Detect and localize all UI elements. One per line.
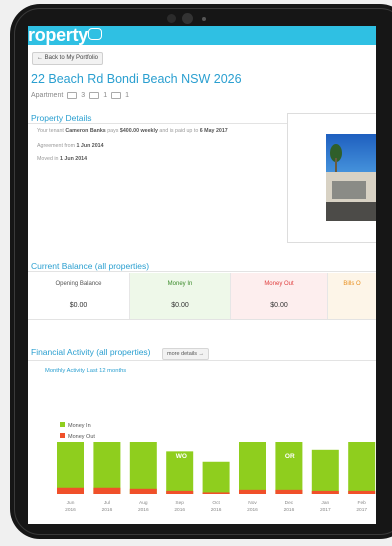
money-out-card: Money Out $0.00 <box>231 273 328 319</box>
tenant-name[interactable]: Cameron Banks <box>65 128 105 134</box>
money-out-label: Money Out <box>264 281 294 287</box>
property-type: Apartment <box>31 92 64 99</box>
x-tick-label: Nov <box>248 500 257 506</box>
chart-svg: Money InMoney OutJun2016Jul2016Aug2016WO… <box>57 422 376 513</box>
x-tick-label: Oct <box>212 500 220 506</box>
pays-label: pays <box>107 128 119 134</box>
x-tick-label: 2016 <box>284 507 295 513</box>
divider <box>28 360 376 361</box>
x-tick-label: Sep <box>175 500 184 506</box>
bath-icon <box>89 92 100 99</box>
property-meta: Apartment 3 1 1 <box>31 92 129 99</box>
money-in-label: Money In <box>167 281 193 287</box>
bar-money-out <box>275 489 303 494</box>
bar-overlay-text: OR <box>285 453 295 460</box>
more-details-button[interactable]: more details → <box>162 348 209 360</box>
bar-money-in <box>93 442 121 494</box>
divider <box>28 319 376 320</box>
current-balance-heading: Current Balance (all properties) <box>31 261 150 271</box>
top-bar: roperty <box>28 26 376 45</box>
rent-amount: $400.00 weekly <box>119 128 158 134</box>
bar-overlay-text: WO <box>176 453 187 460</box>
monthly-activity-chart: Money In Money Out Jun 2016 Jul 2016 Aug 2016 WO… <box>28 386 376 524</box>
bar-money-out <box>311 490 339 494</box>
bath-count: 1 <box>103 92 108 99</box>
bar-money-out <box>166 490 194 494</box>
monthly-activity-label[interactable]: Monthly Activity Last 12 months <box>45 368 126 374</box>
brand-logo[interactable]: roperty <box>28 26 88 45</box>
money-in-card: Money In $0.00 <box>130 273 231 319</box>
bar-money-in <box>348 442 376 494</box>
bills-label: Bills O <box>343 281 361 287</box>
x-tick-label: 2017 <box>320 507 331 513</box>
property-photo[interactable] <box>287 113 376 243</box>
agreement-label: Agreement from <box>37 143 75 149</box>
x-tick-label: 2016 <box>65 507 76 513</box>
x-tick-label: Dec <box>285 500 294 506</box>
bar-money-out <box>202 492 230 494</box>
bar-money-in <box>275 442 303 494</box>
bed-count: 3 <box>81 92 86 99</box>
x-tick-label: Jun <box>67 500 75 506</box>
opening-balance-label: Opening Balance <box>55 281 102 287</box>
brand-badge-icon <box>88 28 102 40</box>
legend-swatch <box>60 433 65 438</box>
money-out-value: $0.00 <box>270 302 288 309</box>
photo-ground <box>326 202 376 221</box>
bar-money-out <box>129 488 157 494</box>
bills-card: Bills O <box>328 273 376 319</box>
bar-money-out <box>57 487 84 494</box>
bar-money-in <box>57 442 84 494</box>
back-to-portfolio-button[interactable]: ← Back to My Portfolio <box>32 52 104 65</box>
x-tick-label: 2017 <box>356 507 367 513</box>
legend-label: Money In <box>68 423 91 429</box>
property-details-heading: Property Details <box>31 113 92 123</box>
moved-in-date: 1 Jun 2014 <box>59 156 88 162</box>
moved-in-label: Moved in <box>37 156 59 162</box>
camera-lens <box>182 13 193 24</box>
bar-money-out <box>239 489 266 494</box>
x-tick-label: Jul <box>104 500 110 506</box>
paid-label: and is paid up to <box>159 128 199 134</box>
financial-activity-heading: Financial Activity (all properties) <box>31 347 151 357</box>
money-in-value: $0.00 <box>171 302 189 309</box>
agreement-line: Agreement from 1 Jun 2014 <box>37 143 104 149</box>
bar-money-in <box>202 461 230 494</box>
photo-garage <box>332 181 366 199</box>
bed-icon <box>67 92 78 99</box>
tenant-prefix: Your tenant <box>37 128 64 134</box>
car-icon <box>111 92 122 99</box>
x-tick-label: 2016 <box>174 507 185 513</box>
x-tick-label: Aug <box>139 500 148 506</box>
legend-swatch <box>60 422 65 427</box>
bar-money-in <box>239 442 266 494</box>
x-tick-label: 2016 <box>211 507 222 513</box>
agreement-date: 1 Jun 2014 <box>76 143 104 149</box>
legend-label: Money Out <box>68 434 95 440</box>
x-tick-label: 2016 <box>102 507 113 513</box>
x-tick-label: Feb <box>358 500 367 506</box>
x-tick-label: Jan <box>321 500 329 506</box>
bar-money-out <box>348 490 376 494</box>
opening-balance-value: $0.00 <box>69 302 88 309</box>
camera-sensor <box>167 14 176 23</box>
house-image <box>326 134 376 221</box>
paid-up-to-date: 6 May 2017 <box>199 128 228 134</box>
tenant-line: Your tenant Cameron Banks pays $400.00 w… <box>37 128 228 134</box>
camera-dot <box>202 17 206 21</box>
divider <box>28 271 376 272</box>
x-tick-label: 2016 <box>247 507 258 513</box>
x-tick-label: 2016 <box>138 507 149 513</box>
moved-in-line: Moved in 1 Jun 2014 <box>37 156 87 162</box>
bar-money-out <box>93 487 121 494</box>
bar-money-in <box>129 442 157 494</box>
bar-money-in <box>311 449 339 494</box>
app-screen: roperty ← Back to My Portfolio 22 Beach … <box>28 26 376 524</box>
parking-count: 1 <box>125 92 130 99</box>
opening-balance-card: Opening Balance $0.00 <box>28 273 130 319</box>
property-address-title: 22 Beach Rd Bondi Beach NSW 2026 <box>31 72 242 86</box>
